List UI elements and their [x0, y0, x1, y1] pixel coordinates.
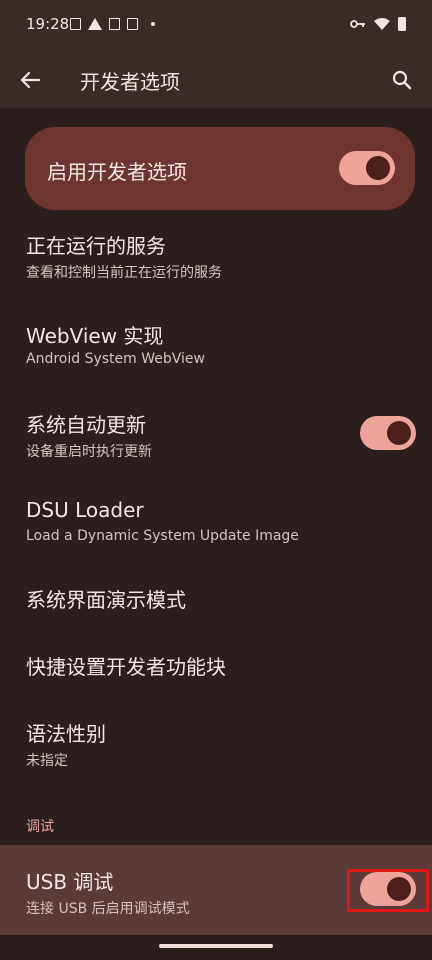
- setting-automatic-system-updates[interactable]: 系统自动更新 设备重启时执行更新: [0, 399, 432, 469]
- page-title: 开发者选项: [80, 70, 180, 94]
- setting-subtitle: Android System WebView: [26, 351, 205, 367]
- setting-title: WebView 实现: [26, 324, 164, 348]
- developer-options-master-switch[interactable]: 启用开发者选项: [25, 127, 415, 210]
- setting-subtitle: 连接 USB 后启用调试模式: [26, 901, 190, 917]
- back-arrow-icon: [20, 71, 40, 89]
- setting-title: 快捷设置开发者功能块: [26, 655, 226, 679]
- setting-subtitle: 设备重启时执行更新: [26, 444, 152, 460]
- setting-webview-implementation[interactable]: WebView 实现 Android System WebView: [0, 310, 432, 380]
- status-bar: 19:28: [0, 0, 432, 52]
- wifi-icon: [374, 18, 390, 30]
- more-notifications-icon: [151, 22, 155, 26]
- app-bar: 开发者选项: [0, 52, 432, 108]
- setting-title: USB 调试: [26, 870, 114, 894]
- toggle-thumb: [366, 156, 390, 180]
- notification-icon: [109, 18, 120, 30]
- notification-icons: [70, 15, 155, 33]
- toggle-thumb: [387, 421, 411, 445]
- setting-title: 正在运行的服务: [26, 234, 166, 258]
- setting-title: DSU Loader: [26, 498, 144, 522]
- system-icons: [350, 15, 406, 33]
- setting-subtitle: Load a Dynamic System Update Image: [26, 528, 299, 544]
- status-time: 19:28: [26, 15, 70, 33]
- section-header-debugging: 调试: [26, 819, 54, 835]
- setting-title: 系统界面演示模式: [26, 588, 186, 612]
- target-highlight-box: [347, 869, 429, 912]
- search-button[interactable]: [384, 60, 420, 100]
- notification-icon: [70, 18, 81, 30]
- setting-system-ui-demo-mode[interactable]: 系统界面演示模式: [0, 574, 432, 624]
- setting-quick-settings-developer-tiles[interactable]: 快捷设置开发者功能块: [0, 641, 432, 691]
- setting-title: 语法性别: [26, 722, 106, 746]
- setting-title: 系统自动更新: [26, 413, 146, 437]
- vpn-key-icon: [350, 20, 365, 28]
- home-indicator[interactable]: [159, 944, 273, 948]
- setting-running-services[interactable]: 正在运行的服务 查看和控制当前正在运行的服务: [0, 220, 432, 290]
- setting-dsu-loader[interactable]: DSU Loader Load a Dynamic System Update …: [0, 488, 432, 558]
- search-icon: [392, 70, 412, 90]
- warning-icon: [88, 18, 102, 30]
- automatic-updates-toggle[interactable]: [360, 416, 416, 450]
- master-switch-label: 启用开发者选项: [47, 160, 187, 184]
- back-button[interactable]: [14, 60, 46, 100]
- sd-card-icon: [127, 18, 138, 30]
- master-toggle[interactable]: [339, 151, 395, 185]
- setting-subtitle: 查看和控制当前正在运行的服务: [26, 265, 222, 281]
- battery-icon: [398, 17, 406, 31]
- setting-subtitle: 未指定: [26, 753, 68, 769]
- setting-grammatical-gender[interactable]: 语法性别 未指定: [0, 708, 432, 778]
